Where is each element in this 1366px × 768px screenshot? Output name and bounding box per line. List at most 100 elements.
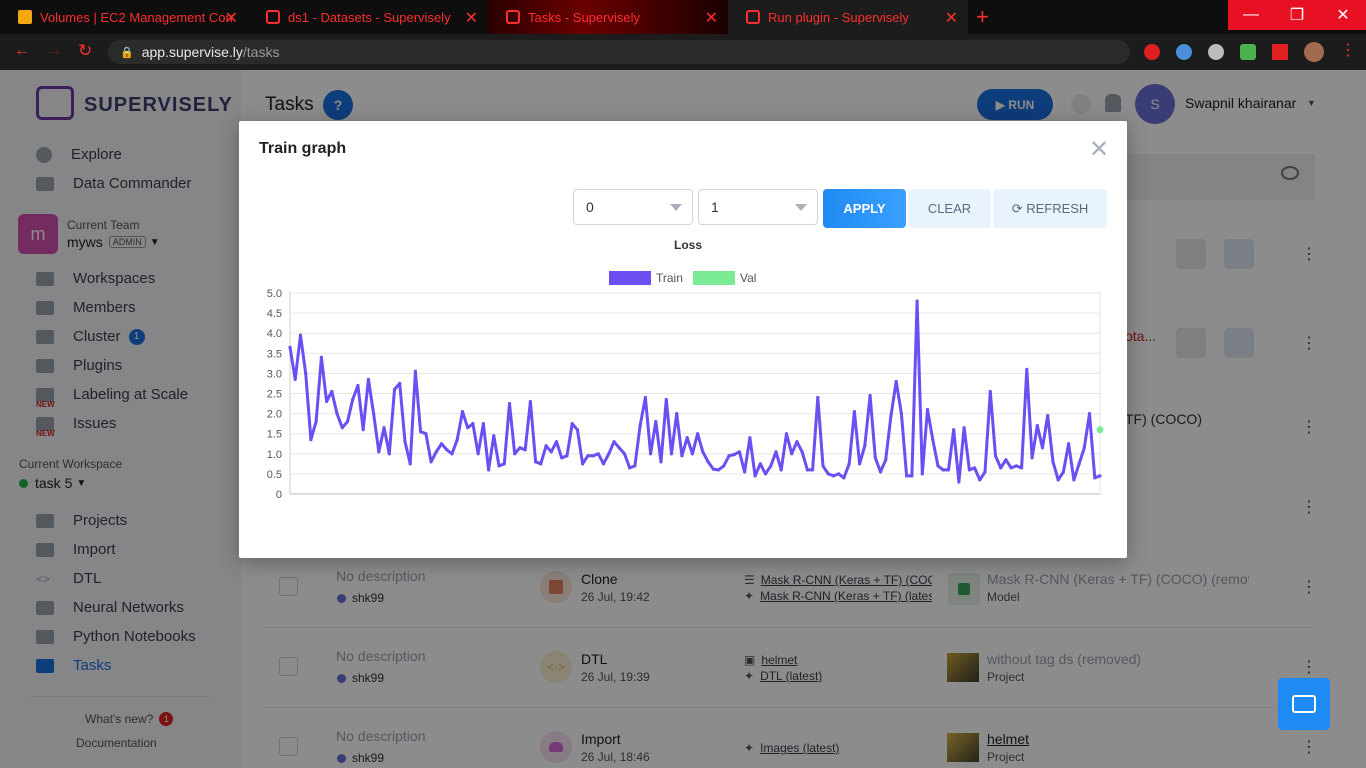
data-point-train	[931, 438, 935, 442]
url-field[interactable]: 🔒 app.supervise.ly/tasks	[108, 40, 1130, 64]
y-tick-label: 4.5	[267, 308, 282, 320]
data-point-train	[554, 440, 559, 444]
data-point-train	[607, 452, 611, 456]
supervisely-favicon-icon	[266, 10, 280, 24]
minimize-icon[interactable]: —	[1228, 0, 1274, 30]
extension-icon[interactable]	[1272, 44, 1288, 60]
data-point-train	[643, 395, 647, 400]
legend-label: Val	[740, 271, 756, 285]
data-point-train	[622, 452, 627, 456]
modal-title: Train graph	[259, 140, 347, 157]
data-point-train	[1035, 424, 1039, 428]
data-point-train	[486, 468, 491, 472]
close-icon[interactable]: ✕	[1089, 135, 1109, 164]
data-point-train	[408, 462, 412, 466]
data-point-train	[878, 470, 883, 474]
browser-tab-bar: Volumes | EC2 Management Con ✕ ds1 - Dat…	[0, 0, 1366, 34]
menu-icon[interactable]: ⋮	[1340, 40, 1356, 60]
data-point-train	[403, 440, 407, 444]
data-point-train	[492, 434, 496, 438]
range-from-select[interactable]: 0	[573, 189, 693, 225]
data-point-train	[763, 472, 768, 476]
supervisely-favicon-icon	[746, 10, 760, 24]
data-point-train	[941, 468, 945, 472]
browser-tab-active[interactable]: Run plugin - Supervisely ✕	[728, 0, 968, 34]
extension-icon[interactable]	[1176, 44, 1192, 60]
data-point-train	[925, 407, 930, 412]
data-point-train	[570, 422, 574, 426]
browser-tab[interactable]: ds1 - Datasets - Supervisely ✕	[248, 0, 488, 34]
y-tick-label: 1.5	[267, 429, 282, 441]
chart-title: Loss	[674, 238, 702, 252]
data-point-train	[706, 460, 710, 464]
data-point-train	[863, 444, 867, 448]
data-point-train	[847, 462, 851, 466]
new-tab-button[interactable]: +	[976, 4, 989, 30]
close-window-icon[interactable]: ✕	[1320, 0, 1366, 30]
apply-button[interactable]: APPLY	[823, 189, 906, 228]
extension-icon[interactable]	[1144, 44, 1160, 60]
y-tick-label: 0.5	[267, 469, 282, 481]
data-point-train	[544, 444, 548, 448]
range-to-select[interactable]: 1	[698, 189, 818, 225]
data-point-train	[497, 464, 501, 468]
data-point-train	[419, 430, 423, 434]
data-point-train	[1082, 446, 1086, 450]
data-point-train	[1072, 478, 1076, 482]
data-point-train	[324, 399, 329, 404]
data-point-train	[1093, 476, 1097, 480]
data-point-train	[560, 456, 564, 460]
close-tab-icon[interactable]: ✕	[705, 8, 718, 28]
data-point-train	[481, 422, 485, 426]
data-point-train	[429, 460, 433, 464]
data-point-train	[727, 454, 731, 458]
data-point-train	[518, 446, 522, 450]
data-point-train	[581, 462, 585, 466]
chat-button[interactable]	[1278, 678, 1330, 730]
data-point-train	[868, 393, 872, 398]
data-point-train	[382, 426, 386, 430]
back-icon[interactable]: ←	[14, 42, 30, 60]
data-point-train	[769, 464, 773, 468]
data-point-train	[962, 426, 966, 430]
data-point-val	[1096, 426, 1104, 434]
data-point-train	[1077, 462, 1081, 466]
data-point-train	[946, 468, 951, 472]
data-point-train	[549, 450, 553, 454]
data-point-train	[476, 452, 480, 456]
data-point-train	[309, 438, 313, 442]
data-point-train	[753, 474, 757, 478]
data-point-train	[696, 432, 700, 436]
forward-icon[interactable]: →	[46, 42, 62, 60]
browser-tab[interactable]: Tasks - Supervisely ✕	[488, 0, 728, 34]
data-point-train	[392, 387, 397, 392]
data-point-train	[1051, 460, 1055, 464]
y-tick-label: 2.5	[267, 389, 282, 401]
data-point-train	[398, 381, 402, 386]
reload-icon[interactable]: ↻	[78, 41, 92, 61]
data-point-train	[899, 412, 904, 416]
close-tab-icon[interactable]: ✕	[945, 8, 958, 28]
series-line-train	[288, 299, 1101, 484]
data-point-train	[884, 458, 888, 462]
data-point-train	[905, 474, 909, 478]
close-tab-icon[interactable]: ✕	[225, 8, 238, 28]
chat-icon	[1292, 695, 1316, 713]
data-point-train	[988, 389, 992, 394]
clear-button[interactable]: CLEAR	[908, 189, 991, 228]
data-point-train	[648, 452, 653, 456]
browser-tab[interactable]: Volumes | EC2 Management Con ✕	[0, 0, 248, 34]
restore-icon[interactable]: ❐	[1274, 0, 1320, 30]
profile-avatar[interactable]	[1304, 42, 1324, 62]
data-point-train	[565, 454, 569, 458]
extension-icon[interactable]	[1240, 44, 1256, 60]
close-tab-icon[interactable]: ✕	[465, 8, 478, 28]
data-point-train	[424, 432, 428, 436]
lock-icon: 🔒	[120, 46, 134, 59]
refresh-button[interactable]: ⟳ REFRESH	[993, 189, 1107, 228]
data-point-train	[748, 436, 752, 440]
data-point-train	[837, 472, 841, 476]
legend-swatch	[693, 271, 735, 285]
data-point-train	[596, 452, 600, 456]
extension-icon[interactable]	[1208, 44, 1224, 60]
